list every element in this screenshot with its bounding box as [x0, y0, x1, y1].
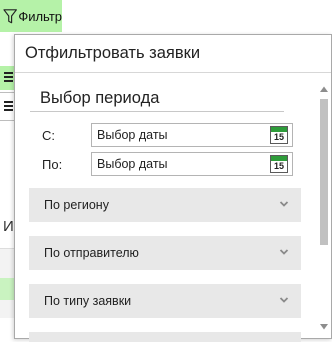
chevron-down-icon [279, 249, 289, 255]
popup-title: Отфильтровать заявки [15, 35, 331, 73]
accordion-by-sender[interactable]: По отправителю [29, 236, 301, 270]
scrollbar[interactable] [317, 79, 331, 337]
background-table-highlight [0, 278, 14, 300]
scroll-down-icon[interactable] [319, 323, 329, 331]
calendar-icon[interactable]: 15 [270, 126, 288, 144]
filter-popup: Отфильтровать заявки Выбор периода С: Вы… [14, 34, 332, 342]
background-divider [0, 92, 14, 93]
section-divider [30, 111, 284, 112]
date-to-field[interactable]: Выбор даты 15 [91, 152, 293, 176]
scroll-up-icon[interactable] [319, 85, 329, 93]
accordion-partial[interactable] [29, 332, 301, 342]
filter-button-label: Фильтр [18, 8, 62, 24]
filter-button[interactable]: Фильтр [0, 0, 62, 32]
period-section-title: Выбор периода [40, 89, 160, 107]
accordion-by-request-type[interactable]: По типу заявки [29, 284, 301, 318]
accordion-label: По региону [44, 198, 109, 212]
chevron-down-icon [279, 201, 289, 207]
chevron-down-icon [279, 297, 289, 303]
date-to-label: По: [42, 157, 63, 172]
filter-icon [3, 8, 17, 23]
date-from-field[interactable]: Выбор даты 15 [91, 123, 293, 147]
accordion-label: По типу заявки [44, 294, 132, 308]
date-to-placeholder: Выбор даты [97, 157, 168, 171]
date-from-placeholder: Выбор даты [97, 128, 168, 142]
menu-icon[interactable] [4, 72, 13, 82]
background-divider [0, 120, 14, 121]
menu-icon[interactable] [4, 101, 13, 111]
accordion-by-region[interactable]: По региону [29, 188, 301, 222]
calendar-icon[interactable]: 15 [270, 155, 288, 173]
date-from-label: С: [42, 128, 55, 143]
background-heading-fragment: И [3, 218, 14, 235]
accordion-label: По отправителю [44, 246, 139, 260]
scrollbar-thumb[interactable] [320, 99, 328, 245]
